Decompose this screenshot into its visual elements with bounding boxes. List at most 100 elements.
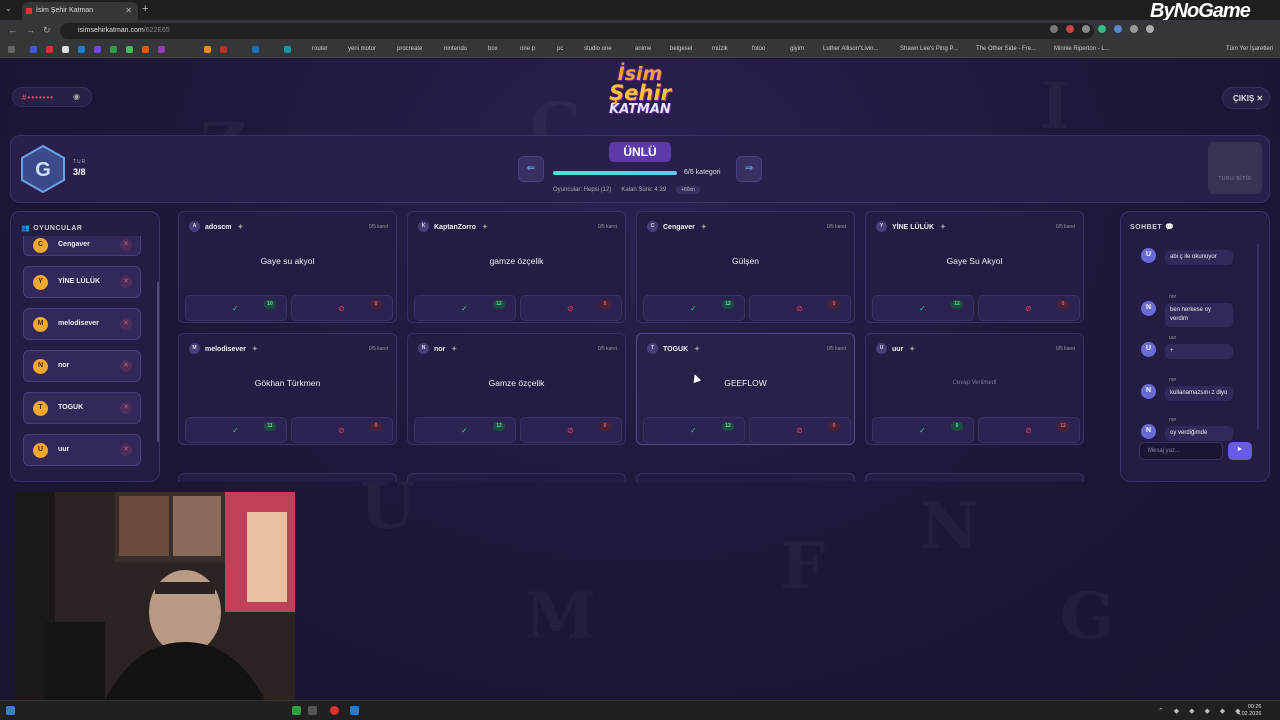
bookmark-folder[interactable]: giyim	[790, 46, 804, 52]
bookmark-folder[interactable]: müzik	[712, 46, 728, 52]
bookmark-icon[interactable]	[204, 46, 211, 53]
player-item[interactable]: Mmelodisever ✕	[23, 308, 141, 340]
star-icon[interactable]: ✦	[252, 346, 258, 353]
system-tray[interactable]: ⌃ ◆ ◆ ◆ ◆ ◆	[1158, 707, 1245, 715]
youtube-icon[interactable]	[46, 46, 53, 53]
chat-bubble-icon: 💬	[1165, 224, 1175, 231]
bookmark-icon[interactable]	[252, 46, 259, 53]
players-scrollbar[interactable]	[157, 282, 159, 442]
player-item[interactable]: T TOGUK ✕	[23, 392, 141, 424]
approve-button[interactable]: ✓ 12	[643, 295, 745, 321]
back-icon[interactable]: ←	[8, 25, 17, 35]
kick-player-icon[interactable]: ✕	[120, 276, 132, 288]
bookmark-link[interactable]: The Other Side - Fre...	[976, 46, 1036, 52]
star-icon[interactable]: ✦	[482, 224, 488, 231]
reject-button[interactable]: ⊘ 0	[520, 417, 622, 443]
tab-close-icon[interactable]: ✕	[125, 6, 132, 15]
exit-button[interactable]: ÇIKIŞ ✕	[1222, 87, 1270, 109]
bluesky-icon[interactable]	[78, 46, 85, 53]
new-tab-button[interactable]: +	[142, 3, 148, 15]
bookmark-icon[interactable]	[284, 46, 291, 53]
chat-icon[interactable]	[126, 46, 133, 53]
star-icon[interactable]: ✦	[237, 224, 243, 231]
x-icon[interactable]	[62, 46, 69, 53]
bookmark-icon[interactable]	[142, 46, 149, 53]
twitch-icon[interactable]	[94, 46, 101, 53]
star-icon[interactable]: ✦	[701, 224, 707, 231]
taskbar-steam-icon[interactable]	[350, 706, 359, 715]
bookmark-folder[interactable]: studio one	[584, 46, 612, 52]
bookmark-icon[interactable]	[158, 46, 165, 53]
bookmark-link[interactable]: Luther Allison"Livin...	[823, 46, 879, 52]
kick-player-icon[interactable]: ✕	[120, 239, 132, 251]
forward-icon[interactable]: →	[26, 25, 35, 35]
prev-category-button[interactable]: ⇐	[518, 156, 544, 182]
reject-button[interactable]: ⊘ 0	[978, 295, 1080, 321]
bookmark-router[interactable]: router	[312, 46, 328, 52]
bookmark-link[interactable]: Minnie Riperton - L...	[1054, 46, 1110, 52]
clock-date: 4.02.2026	[1237, 711, 1262, 717]
send-button[interactable]: ►	[1228, 442, 1252, 460]
reject-button[interactable]: ⊘ 0	[291, 295, 393, 321]
player-name: TOGUK	[58, 404, 84, 411]
reject-button[interactable]: ⊘ 0	[749, 417, 851, 443]
kick-player-icon[interactable]: ✕	[120, 444, 132, 456]
reject-count: 0	[828, 422, 840, 431]
star-icon[interactable]: ✦	[694, 346, 700, 353]
kick-icon[interactable]	[110, 46, 117, 53]
player-item[interactable]: C Cengaver ✕	[23, 236, 141, 256]
finish-round-button[interactable]: TURU BİTİR	[1208, 142, 1262, 194]
bookmark-folder[interactable]: fotoo	[752, 46, 765, 52]
start-icon[interactable]	[6, 706, 15, 715]
bonus-time-chip[interactable]: +60sn	[676, 186, 700, 194]
approve-button[interactable]: ✓ 0	[872, 417, 974, 443]
facebook-icon[interactable]	[30, 46, 37, 53]
approve-button[interactable]: ✓ 12	[643, 417, 745, 443]
clock[interactable]: 00:26 4.02.2026	[1237, 704, 1261, 718]
star-icon[interactable]: ✦	[909, 346, 915, 353]
bookmark-folder[interactable]: box	[488, 46, 498, 52]
player-item[interactable]: Y YİNE LÜLÜK ✕	[23, 266, 141, 298]
apps-icon[interactable]	[8, 46, 15, 53]
approve-button[interactable]: ✓ 10	[185, 295, 287, 321]
reject-button[interactable]: ⊘ 0	[520, 295, 622, 321]
bookmark-link[interactable]: Shawn Lee's Ping P...	[900, 46, 958, 52]
chat-input[interactable]: Mesaj yaz...	[1139, 442, 1223, 460]
approve-button[interactable]: ✓ 12	[414, 295, 516, 321]
bookmark-folder[interactable]: procreate	[397, 46, 422, 52]
reject-button[interactable]: ⊘ 0	[291, 417, 393, 443]
bookmark-folder[interactable]: yeni motor	[348, 46, 376, 52]
bookmark-icon[interactable]	[220, 46, 227, 53]
bookmark-folder[interactable]: belgesel	[670, 46, 692, 52]
star-icon[interactable]: ✦	[940, 224, 946, 231]
reject-button[interactable]: ⊘ 12	[978, 417, 1080, 443]
answer-player-name: TOGUK	[663, 346, 689, 353]
kick-player-icon[interactable]: ✕	[120, 402, 132, 414]
player-item[interactable]: Uuur ✕	[23, 434, 141, 466]
approve-button[interactable]: ✓ 12	[414, 417, 516, 443]
taskbar-record-icon[interactable]	[330, 706, 339, 715]
room-code[interactable]: #••••••• ◉	[12, 87, 92, 107]
bookmark-folder[interactable]: anime	[635, 46, 651, 52]
url-field[interactable]: isimsehirkatman.com/622E65	[60, 23, 1094, 39]
taskbar-app-icon[interactable]	[292, 706, 301, 715]
bookmark-folder[interactable]: nintendo	[444, 46, 467, 52]
approve-button[interactable]: ✓ 12	[872, 295, 974, 321]
player-item[interactable]: Nnor ✕	[23, 350, 141, 382]
browser-tab[interactable]: İsim Şehir Katman ✕	[22, 2, 138, 20]
reject-button[interactable]: ⊘ 0	[749, 295, 851, 321]
tab-search-icon[interactable]: ⌄	[5, 4, 12, 13]
star-icon[interactable]: ✦	[451, 346, 457, 353]
extension-icons[interactable]	[1050, 25, 1154, 33]
kick-player-icon[interactable]: ✕	[120, 318, 132, 330]
eye-icon[interactable]: ◉	[73, 92, 81, 101]
next-category-button[interactable]: ⇒	[736, 156, 762, 182]
bookmark-folder[interactable]: one p	[520, 46, 535, 52]
bookmark-folder[interactable]: pc	[557, 46, 563, 52]
taskbar-app-icon[interactable]	[308, 706, 317, 715]
approve-button[interactable]: ✓ 11	[185, 417, 287, 443]
kick-player-icon[interactable]: ✕	[120, 360, 132, 372]
all-bookmarks[interactable]: Tüm Yer İşaretleri	[1226, 46, 1273, 52]
chat-scrollbar[interactable]	[1257, 244, 1259, 429]
reload-icon[interactable]: ↻	[43, 25, 51, 36]
